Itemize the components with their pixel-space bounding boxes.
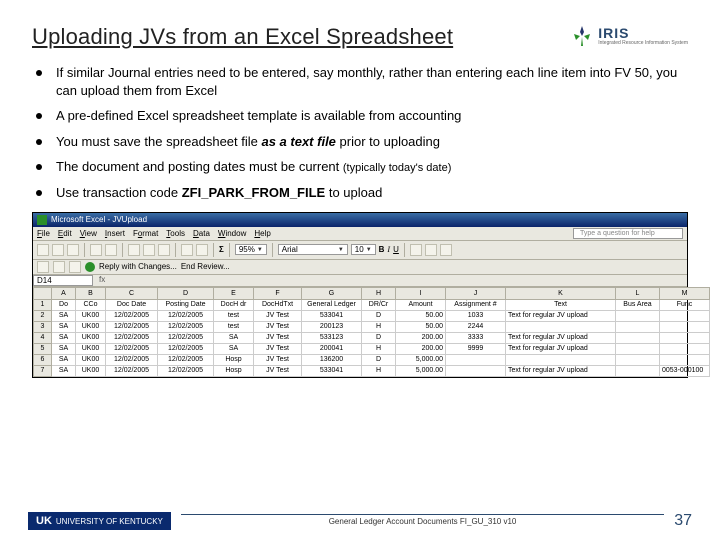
- excel-screenshot: Microsoft Excel - JVUpload File Edit Vie…: [32, 212, 688, 378]
- table-row: 2SAUK0012/02/200512/02/2005testJV Test53…: [34, 310, 710, 321]
- end-review-label[interactable]: End Review...: [181, 262, 230, 271]
- preview-icon[interactable]: [105, 244, 117, 256]
- redo-icon[interactable]: [196, 244, 208, 256]
- table-row: 7SAUK0012/02/200512/02/2005HospJV Test53…: [34, 365, 710, 376]
- menu-file[interactable]: File: [37, 229, 50, 238]
- column-letters-row: A B C D E F G H I J K L M: [34, 287, 710, 299]
- bold-icon[interactable]: B: [379, 245, 385, 254]
- help-input[interactable]: Type a question for help: [573, 228, 683, 239]
- list-item: Use transaction code ZFI_PARK_FROM_FILE …: [32, 184, 688, 202]
- iris-logo: IRIS Integrated Resource Information Sys…: [570, 24, 688, 48]
- cut-icon[interactable]: [128, 244, 140, 256]
- iris-icon: [570, 24, 594, 48]
- footer-text: General Ledger Account Documents FI_GU_3…: [181, 517, 664, 526]
- uk-text: UNIVERSITY OF KENTUCKY: [56, 517, 163, 526]
- bullet-icon: [36, 139, 42, 145]
- font-size-combo[interactable]: 10▼: [351, 244, 376, 255]
- menu-insert[interactable]: Insert: [105, 229, 125, 238]
- table-row: 6SAUK0012/02/200512/02/2005HospJV Test13…: [34, 354, 710, 365]
- toolbar: Σ 95%▼ Arial▼ 10▼ B I U: [33, 241, 687, 260]
- align-right-icon[interactable]: [440, 244, 452, 256]
- name-box[interactable]: D14: [33, 275, 93, 286]
- list-item: A pre-defined Excel spreadsheet template…: [32, 107, 688, 125]
- reply-icon[interactable]: [37, 261, 49, 273]
- bullet-icon: [36, 190, 42, 196]
- print-icon[interactable]: [90, 244, 102, 256]
- footer: UK UNIVERSITY OF KENTUCKY General Ledger…: [0, 512, 720, 530]
- new-icon[interactable]: [37, 244, 49, 256]
- italic-icon[interactable]: I: [387, 245, 390, 254]
- uk-mark: UK: [36, 515, 52, 527]
- page-title: Uploading JVs from an Excel Spreadsheet: [32, 24, 453, 50]
- review-toolbar: Reply with Changes... End Review...: [33, 260, 687, 275]
- underline-icon[interactable]: U: [393, 245, 399, 254]
- reply-dot-icon: [85, 262, 95, 272]
- logo-subtext: Integrated Resource Information System: [598, 41, 688, 47]
- open-icon[interactable]: [52, 244, 64, 256]
- reply-label[interactable]: Reply with Changes...: [99, 262, 177, 271]
- logo-text: IRIS: [598, 25, 688, 41]
- reply3-icon[interactable]: [69, 261, 81, 273]
- bullet-icon: [36, 70, 42, 76]
- bullet-icon: [36, 164, 42, 170]
- page-number: 37: [674, 512, 692, 530]
- menu-view[interactable]: View: [80, 229, 97, 238]
- list-item: If similar Journal entries need to be en…: [32, 64, 688, 99]
- menu-edit[interactable]: Edit: [58, 229, 72, 238]
- menubar[interactable]: File Edit View Insert Format Tools Data …: [33, 227, 687, 241]
- menu-help[interactable]: Help: [254, 229, 270, 238]
- save-icon[interactable]: [67, 244, 79, 256]
- copy-icon[interactable]: [143, 244, 155, 256]
- undo-icon[interactable]: [181, 244, 193, 256]
- uk-logo: UK UNIVERSITY OF KENTUCKY: [28, 512, 171, 530]
- align-left-icon[interactable]: [410, 244, 422, 256]
- fx-icon[interactable]: fx: [93, 275, 111, 286]
- align-center-icon[interactable]: [425, 244, 437, 256]
- name-box-row: D14 fx: [33, 275, 687, 287]
- reply2-icon[interactable]: [53, 261, 65, 273]
- zoom-combo[interactable]: 95%▼: [235, 244, 267, 255]
- header-row: 1 Do CCo Doc Date Posting Date DocH dr D…: [34, 299, 710, 310]
- menu-tools[interactable]: Tools: [166, 229, 185, 238]
- table-row: 5SAUK0012/02/200512/02/2005SAJV Test2000…: [34, 343, 710, 354]
- titlebar: Microsoft Excel - JVUpload: [33, 213, 687, 227]
- menu-data[interactable]: Data: [193, 229, 210, 238]
- menu-format[interactable]: Format: [133, 229, 158, 238]
- excel-icon: [37, 215, 47, 225]
- spreadsheet[interactable]: A B C D E F G H I J K L M 1 Do CCo Doc D…: [33, 287, 710, 377]
- bullet-list: If similar Journal entries need to be en…: [32, 64, 688, 202]
- font-name-combo[interactable]: Arial▼: [278, 244, 348, 255]
- table-row: 3SAUK0012/02/200512/02/2005testJV Test20…: [34, 321, 710, 332]
- bullet-icon: [36, 113, 42, 119]
- list-item: The document and posting dates must be c…: [32, 158, 688, 176]
- window-title: Microsoft Excel - JVUpload: [51, 215, 147, 224]
- list-item: You must save the spreadsheet file as a …: [32, 133, 688, 151]
- menu-window[interactable]: Window: [218, 229, 246, 238]
- paste-icon[interactable]: [158, 244, 170, 256]
- table-row: 4SAUK0012/02/200512/02/2005SAJV Test5331…: [34, 332, 710, 343]
